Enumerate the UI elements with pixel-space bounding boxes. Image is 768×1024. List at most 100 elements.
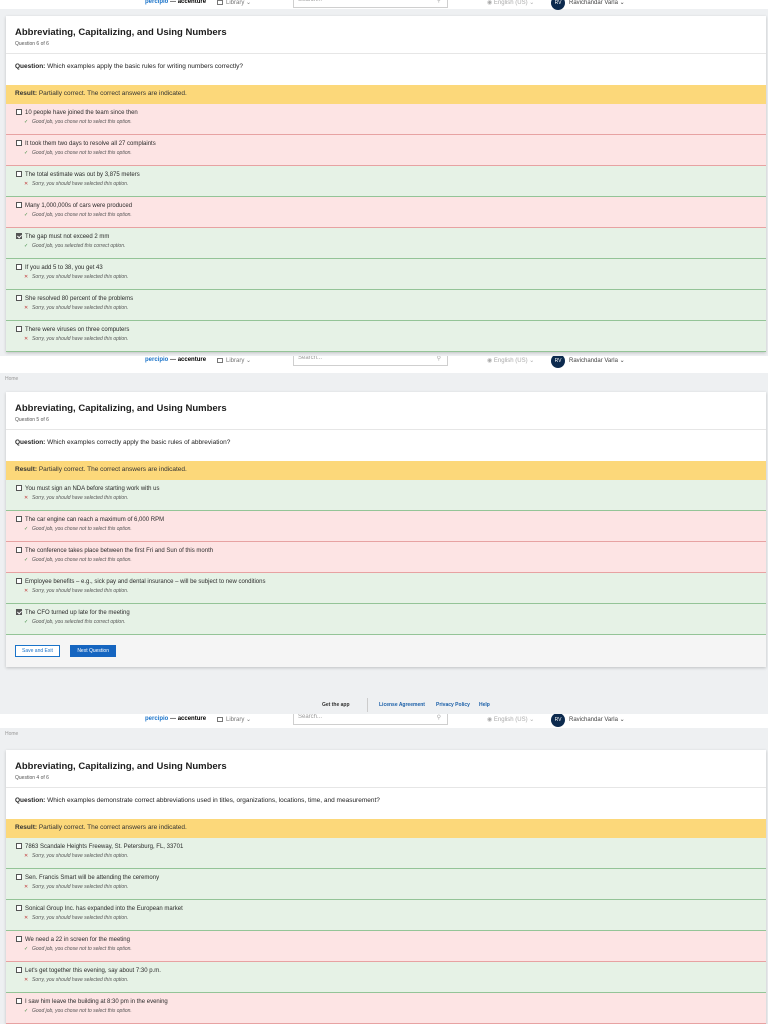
answer-option: 7863 Scandale Heights Freeway, St. Peter… xyxy=(6,838,766,869)
option-text: 7863 Scandale Heights Freeway, St. Peter… xyxy=(25,844,184,850)
option-row: 10 people have joined the team since the… xyxy=(16,109,756,118)
privacy-policy-link[interactable]: Privacy Policy xyxy=(436,702,470,708)
save-and-exit-button[interactable]: Save and Exit xyxy=(15,645,60,657)
checkbox[interactable] xyxy=(16,485,22,491)
library-icon xyxy=(217,358,223,363)
option-text: I saw him leave the building at 8:30 pm … xyxy=(25,999,168,1005)
option-row: You must sign an NDA before starting wor… xyxy=(16,485,756,494)
breadcrumb[interactable]: Home xyxy=(0,728,768,740)
checkbox[interactable] xyxy=(16,843,22,849)
option-text: The gap must not exceed 2 mm xyxy=(25,234,110,240)
option-row: The conference takes place between the f… xyxy=(16,547,756,556)
next-question-button[interactable]: Next Question xyxy=(70,645,116,657)
checkbox[interactable] xyxy=(16,109,22,115)
get-the-app-link[interactable]: Get the app xyxy=(322,702,350,708)
checkbox[interactable] xyxy=(16,326,22,332)
option-row: Sonical Group Inc. has expanded into the… xyxy=(16,905,756,914)
checkbox-checked[interactable] xyxy=(16,609,22,615)
checkbox[interactable] xyxy=(16,140,22,146)
checkbox[interactable] xyxy=(16,202,22,208)
search-icon: ⚲ xyxy=(436,715,441,721)
question-card: Abbreviating, Capitalizing, and Using Nu… xyxy=(6,750,766,1024)
checkbox[interactable] xyxy=(16,936,22,942)
page-title: Abbreviating, Capitalizing, and Using Nu… xyxy=(15,761,227,772)
question-text: Question: Which examples correctly apply… xyxy=(6,429,766,461)
option-feedback: ✕ Sorry, you should have selected this op… xyxy=(16,884,756,890)
feedback-text: Sorry, you should have selected this opt… xyxy=(32,305,129,311)
options-list: 7863 Scandale Heights Freeway, St. Peter… xyxy=(6,838,766,1024)
option-feedback: ✓ Good job, you chose not to select this … xyxy=(16,557,756,563)
option-feedback: ✓ Good job, you chose not to select this … xyxy=(16,946,756,952)
avatar[interactable]: RV xyxy=(551,356,565,368)
chevron-down-icon: ⌄ xyxy=(619,0,625,6)
checkbox[interactable] xyxy=(16,998,22,1004)
avatar[interactable]: RV xyxy=(551,714,565,727)
screen-q5: percipio — accenture Library ⌄ Search...… xyxy=(0,356,768,716)
option-feedback: ✕ Sorry, you should have selected this op… xyxy=(16,915,756,921)
library-menu[interactable]: Library ⌄ xyxy=(217,357,251,364)
checkbox[interactable] xyxy=(16,905,22,911)
checkbox[interactable] xyxy=(16,547,22,553)
language-selector[interactable]: ◉ English (US) ⌄ xyxy=(487,357,534,364)
user-menu[interactable]: Ravichandar Varla ⌄ xyxy=(569,0,625,6)
search-input[interactable]: Search... ⚲ xyxy=(293,714,448,725)
percipio-logo[interactable]: percipio — accenture xyxy=(145,716,206,722)
answer-option: Let's get together this evening, say abo… xyxy=(6,962,766,993)
result-banner: Result: Partially correct. The correct a… xyxy=(6,461,766,480)
feedback-text: Good job, you chose not to select this o… xyxy=(32,119,132,125)
user-menu[interactable]: Ravichandar Varla ⌄ xyxy=(569,357,625,364)
option-text: She resolved 80 percent of the problems xyxy=(25,296,134,302)
option-row: It took them two days to resolve all 27 … xyxy=(16,140,756,149)
question-counter: Question 5 of 6 xyxy=(15,417,49,423)
language-selector[interactable]: ◉ English (US) ⌄ xyxy=(487,0,534,6)
feedback-text: Good job, you chose not to select this o… xyxy=(32,212,132,218)
option-row: There were viruses on three computers xyxy=(16,326,756,335)
checkbox[interactable] xyxy=(16,171,22,177)
answer-option: The car engine can reach a maximum of 6,… xyxy=(6,511,766,542)
search-input[interactable]: Search... ⚲ xyxy=(293,0,448,8)
library-menu[interactable]: Library ⌄ xyxy=(217,716,251,723)
library-menu[interactable]: Library ⌄ xyxy=(217,0,251,6)
option-row: Employee benefits – e.g., sick pay and d… xyxy=(16,578,756,587)
help-link[interactable]: Help xyxy=(479,702,490,708)
checkbox[interactable] xyxy=(16,874,22,880)
option-feedback: ✕ Sorry, you should have selected this op… xyxy=(16,181,756,187)
percipio-logo[interactable]: percipio — accenture xyxy=(145,0,206,5)
feedback-text: Good job, you selected this correct opti… xyxy=(32,619,126,625)
answer-option: It took them two days to resolve all 27 … xyxy=(6,135,766,166)
checkbox[interactable] xyxy=(16,516,22,522)
search-input[interactable]: Search... ⚲ xyxy=(293,356,448,366)
answer-option: The conference takes place between the f… xyxy=(6,542,766,573)
option-row: She resolved 80 percent of the problems xyxy=(16,295,756,304)
check-icon: ✓ xyxy=(24,119,29,125)
option-feedback: ✓ Good job, you chose not to select this … xyxy=(16,526,756,532)
option-feedback: ✕ Sorry, you should have selected this op… xyxy=(16,853,756,859)
feedback-text: Sorry, you should have selected this opt… xyxy=(32,853,129,859)
percipio-logo[interactable]: percipio — accenture xyxy=(145,357,206,363)
option-feedback: ✓ Good job, you chose not to select this … xyxy=(16,119,756,125)
answer-option: The CFO turned up late for the meeting ✓ G… xyxy=(6,604,766,635)
feedback-text: Good job, you chose not to select this o… xyxy=(32,526,132,532)
option-text: We need a 22 in screen for the meeting xyxy=(25,937,130,943)
answer-option: If you add 5 to 38, you get 43 ✕ Sorry, yo… xyxy=(6,259,766,290)
option-text: Employee benefits – e.g., sick pay and d… xyxy=(25,579,266,585)
question-counter: Question 6 of 6 xyxy=(15,41,49,47)
breadcrumb[interactable]: Home xyxy=(0,373,768,385)
answer-option: There were viruses on three computers ✕ So… xyxy=(6,321,766,352)
checkbox[interactable] xyxy=(16,264,22,270)
checkbox[interactable] xyxy=(16,967,22,973)
result-banner: Result: Partially correct. The correct a… xyxy=(6,85,766,104)
chevron-down-icon: ⌄ xyxy=(619,717,625,723)
checkbox[interactable] xyxy=(16,295,22,301)
license-agreement-link[interactable]: License Agreement xyxy=(379,702,425,708)
language-selector[interactable]: ◉ English (US) ⌄ xyxy=(487,716,534,723)
user-menu[interactable]: Ravichandar Varla ⌄ xyxy=(569,716,625,723)
feedback-text: Good job, you chose not to select this o… xyxy=(32,557,132,563)
avatar[interactable]: RV xyxy=(551,0,565,10)
option-row: We need a 22 in screen for the meeting xyxy=(16,936,756,945)
feedback-text: Good job, you chose not to select this o… xyxy=(32,1008,132,1014)
cross-icon: ✕ xyxy=(24,915,29,921)
checkbox-checked[interactable] xyxy=(16,233,22,239)
checkbox[interactable] xyxy=(16,578,22,584)
feedback-text: Sorry, you should have selected this opt… xyxy=(32,274,129,280)
